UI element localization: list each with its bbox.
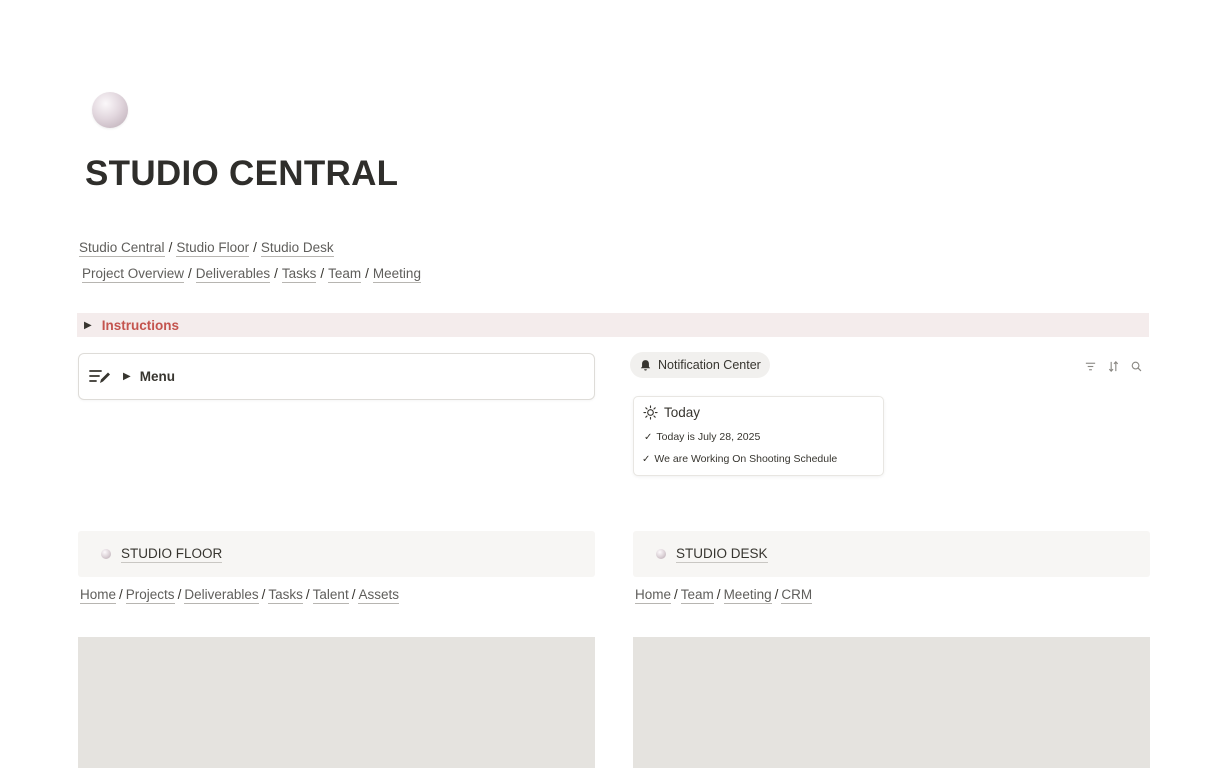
desk-link-team[interactable]: Team	[680, 587, 714, 604]
separator: /	[253, 240, 257, 255]
separator: /	[716, 587, 721, 602]
list-item-text: We are Working On Shooting Schedule	[654, 453, 838, 465]
instructions-toggle[interactable]: ▶ Instructions	[77, 313, 1149, 337]
floor-link-home[interactable]: Home	[80, 587, 117, 604]
studio-desk-header[interactable]: STUDIO DESK	[633, 531, 1150, 577]
nav-link-studio-desk[interactable]: Studio Desk	[260, 240, 334, 257]
check-icon: ✓	[644, 432, 653, 443]
nav-link-tasks[interactable]: Tasks	[281, 266, 317, 283]
breadcrumb-primary: Studio Central / Studio Floor / Studio Desk	[79, 240, 334, 257]
list-item-text: Today is July 28, 2025	[656, 431, 761, 443]
nav-link-meeting[interactable]: Meeting	[372, 266, 421, 283]
studio-desk-title[interactable]: STUDIO DESK	[676, 546, 768, 563]
view-toolbar	[1083, 359, 1143, 373]
page-sphere-icon[interactable]	[92, 92, 128, 128]
separator: /	[320, 266, 325, 281]
today-card-header: Today	[643, 405, 700, 420]
today-card[interactable]: Today ✓ Today is July 28, 2025 ✓ We are Wo…	[633, 396, 884, 476]
separator: /	[168, 240, 173, 255]
nav-link-team[interactable]: Team	[328, 266, 362, 283]
floor-link-talent[interactable]: Talent	[312, 587, 349, 604]
separator: /	[261, 587, 266, 602]
today-card-title: Today	[664, 405, 701, 420]
floor-link-assets[interactable]: Assets	[358, 587, 399, 604]
menu-toggle-label[interactable]: Menu	[140, 369, 175, 384]
studio-floor-nav: Home / Projects / Deliverables / Tasks / Talent /…	[80, 587, 399, 604]
instructions-label: Instructions	[101, 317, 179, 333]
desk-link-meeting[interactable]: Meeting	[723, 587, 772, 604]
separator: /	[305, 587, 310, 602]
floor-link-deliverables[interactable]: Deliverables	[184, 587, 259, 604]
studio-desk-image	[633, 637, 1150, 768]
sphere-icon	[656, 549, 666, 559]
sphere-icon	[101, 549, 111, 559]
floor-link-projects[interactable]: Projects	[125, 587, 175, 604]
separator: /	[274, 266, 278, 281]
studio-floor-title[interactable]: STUDIO FLOOR	[121, 546, 223, 563]
search-icon[interactable]	[1129, 359, 1143, 373]
studio-desk-nav: Home / Team / Meeting / CRM	[635, 587, 813, 604]
floor-link-tasks[interactable]: Tasks	[268, 587, 303, 604]
list-item: ✓ Today is July 28, 2025	[644, 431, 760, 443]
tab-notification-center[interactable]: Notification Center	[630, 352, 770, 378]
list-item: ✓ We are Working On Shooting Schedule	[642, 453, 837, 465]
separator: /	[774, 587, 779, 602]
edit-list-icon	[89, 369, 110, 383]
check-icon: ✓	[642, 454, 651, 465]
breadcrumb-secondary: Project Overview / Deliverables / Tasks / Team…	[82, 266, 421, 283]
nav-link-deliverables[interactable]: Deliverables	[195, 266, 271, 283]
studio-floor-header[interactable]: STUDIO FLOOR	[78, 531, 595, 577]
menu-callout: ▶ Menu	[78, 353, 595, 400]
triangle-right-icon[interactable]: ▶	[84, 320, 92, 331]
separator: /	[188, 266, 192, 281]
separator: /	[674, 587, 678, 602]
desk-link-home[interactable]: Home	[635, 587, 672, 604]
studio-floor-image	[78, 637, 595, 768]
desk-link-crm[interactable]: CRM	[781, 587, 813, 604]
sun-icon	[643, 405, 658, 420]
separator: /	[351, 587, 356, 602]
sort-icon[interactable]	[1106, 359, 1120, 373]
page-title: STUDIO CENTRAL	[85, 154, 399, 193]
separator: /	[119, 587, 123, 602]
bell-icon	[640, 359, 651, 371]
filter-icon[interactable]	[1083, 359, 1097, 373]
nav-link-studio-floor[interactable]: Studio Floor	[176, 240, 250, 257]
separator: /	[177, 587, 182, 602]
triangle-right-icon[interactable]: ▶	[123, 371, 131, 382]
separator: /	[365, 266, 369, 281]
nav-link-project-overview[interactable]: Project Overview	[82, 266, 185, 283]
notification-center-label: Notification Center	[658, 358, 761, 372]
nav-link-studio-central[interactable]: Studio Central	[79, 240, 165, 257]
